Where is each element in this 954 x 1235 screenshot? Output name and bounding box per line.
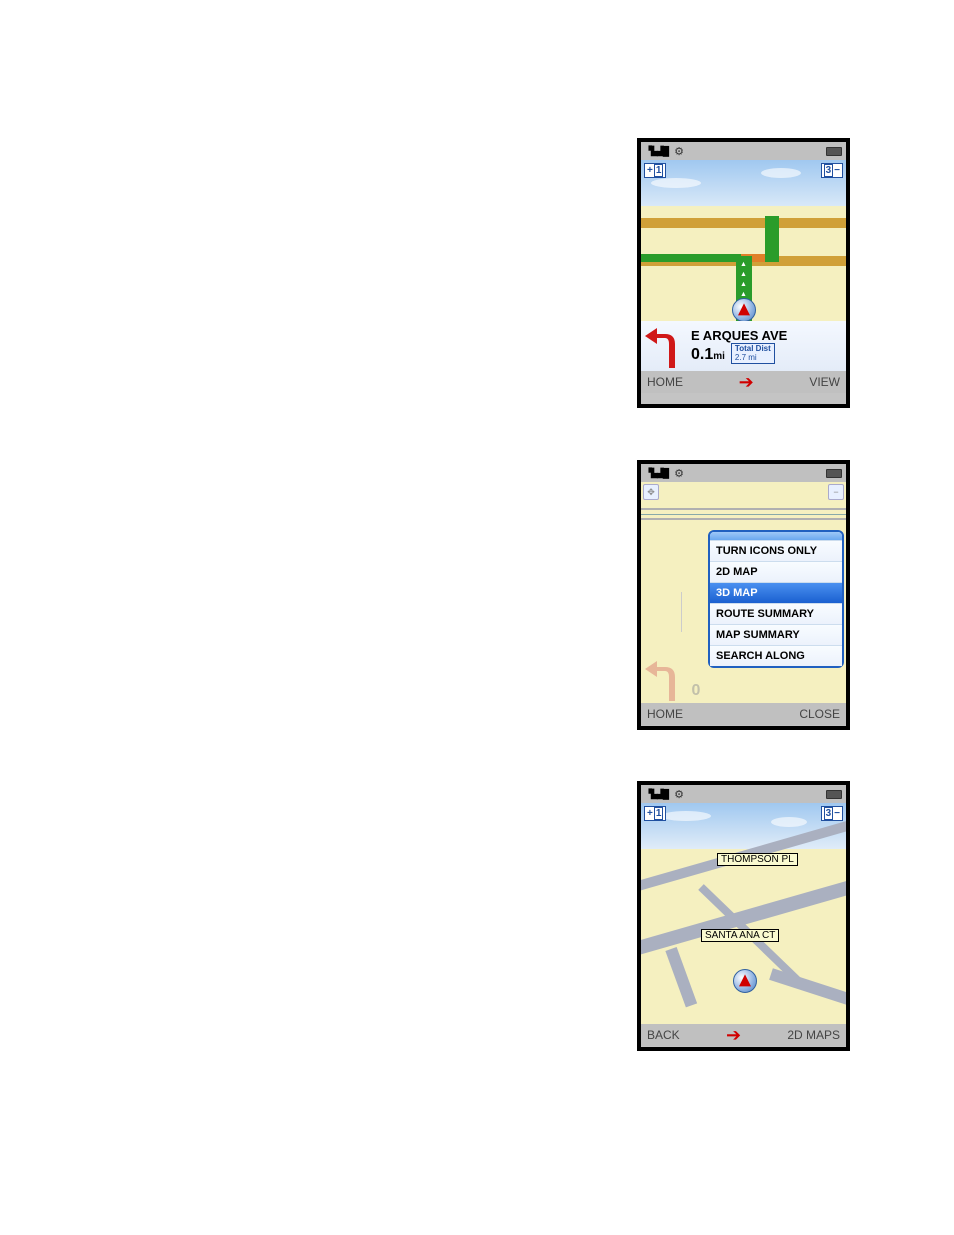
status-bar: ▝▙▟█ [641, 142, 846, 160]
road-graphic [681, 592, 682, 632]
softkey-bar: HOME ➔ VIEW [641, 371, 846, 393]
battery-icon [826, 147, 842, 156]
map-control-left[interactable]: ✥ [643, 484, 659, 500]
view-menu-popup: TURN ICONS ONLY 2D MAP 3D MAP ROUTE SUMM… [708, 530, 844, 668]
gps-position-icon [733, 969, 757, 993]
menu-item-2d-map[interactable]: 2D MAP [710, 561, 842, 582]
signal-icon: ▝▙▟█ [645, 789, 668, 800]
navigation-screen-view-menu: ▝▙▟█ ✥ − 0 TURN ICONS ONLY 2D MAP 3D MAP… [637, 460, 850, 730]
softkey-close[interactable]: CLOSE [799, 707, 840, 721]
status-bar: ▝▙▟█ [641, 785, 846, 803]
status-left-icons: ▝▙▟█ [645, 467, 684, 480]
navigation-screen-3d-map: ▝▙▟█ + 1 3 − ▲▲▲▲ [637, 138, 850, 408]
road-graphic [665, 947, 697, 1007]
menu-item-map-summary[interactable]: MAP SUMMARY [710, 624, 842, 645]
cloud-graphic [771, 817, 807, 827]
softkey-bar: HOME CLOSE [641, 703, 846, 725]
battery-icon [826, 469, 842, 478]
signal-icon: ▝▙▟█ [645, 146, 668, 157]
map-3d-view[interactable]: + 1 3 − THOMPSON PL SANTA ANA CT [641, 803, 846, 1024]
distance-unit: mi [713, 351, 725, 362]
road-graphic [769, 968, 846, 1007]
minus-icon: − [834, 165, 840, 176]
route-segment-green [641, 254, 741, 262]
next-street-name: E ARQUES AVE [691, 328, 842, 343]
plus-icon: + [647, 808, 653, 819]
sky [641, 160, 846, 206]
sky [641, 803, 846, 849]
softkey-back[interactable]: BACK [647, 1028, 680, 1042]
zoom-level-out: 3 [824, 807, 834, 820]
gear-icon [674, 467, 684, 480]
gear-icon [674, 788, 684, 801]
softkey-home[interactable]: HOME [647, 707, 683, 721]
map-control-right[interactable]: − [828, 484, 844, 500]
softkey-bar: BACK ➔ 2D MAPS [641, 1024, 846, 1046]
arrow-right-icon: ➔ [739, 373, 754, 391]
map-3d-view[interactable]: + 1 3 − ▲▲▲▲ [641, 160, 846, 321]
plus-icon: + [647, 165, 653, 176]
menu-item-search-along[interactable]: SEARCH ALONG [710, 645, 842, 666]
street-label-thompson: THOMPSON PL [717, 853, 798, 866]
status-bar: ▝▙▟█ [641, 464, 846, 482]
road-graphic [641, 218, 846, 228]
turn-instruction-panel: E ARQUES AVE 0.1mi Total Dist 2.7 mi [641, 321, 846, 371]
softkey-home[interactable]: HOME [647, 375, 683, 389]
signal-icon: ▝▙▟█ [645, 468, 668, 479]
zoom-out-button[interactable]: 3 − [821, 163, 843, 178]
menu-item-turn-icons-only[interactable]: TURN ICONS ONLY [710, 540, 842, 561]
cloud-graphic [661, 811, 711, 821]
zoom-level-in: 1 [654, 164, 664, 177]
zoom-level-in: 1 [654, 807, 664, 820]
road-graphic [641, 877, 846, 957]
menu-item-3d-map[interactable]: 3D MAP [710, 582, 842, 603]
gps-position-icon [732, 298, 756, 321]
gear-icon [674, 145, 684, 158]
cloud-graphic [761, 168, 801, 178]
status-left-icons: ▝▙▟█ [645, 788, 684, 801]
zoom-in-button[interactable]: + 1 [644, 163, 666, 178]
zoom-in-button[interactable]: + 1 [644, 806, 666, 821]
battery-icon [826, 790, 842, 799]
faded-turn-panel: 0 [645, 657, 715, 701]
cloud-graphic [651, 178, 701, 188]
minus-icon: − [834, 808, 840, 819]
turn-distance: 0.1mi [691, 346, 725, 364]
total-distance-box: Total Dist 2.7 mi [731, 343, 775, 365]
softkey-view[interactable]: VIEW [809, 375, 840, 389]
turn-info: E ARQUES AVE 0.1mi Total Dist 2.7 mi [691, 328, 842, 365]
arrow-right-icon: ➔ [726, 1026, 741, 1044]
faded-distance: 0 [691, 682, 700, 699]
route-direction-arrows: ▲▲▲▲ [740, 260, 747, 300]
route-segment-green [765, 216, 779, 262]
softkey-2d-maps[interactable]: 2D MAPS [787, 1028, 840, 1042]
zoom-level-out: 3 [824, 164, 834, 177]
zoom-out-button[interactable]: 3 − [821, 806, 843, 821]
distance-value: 0.1 [691, 346, 713, 363]
turn-left-icon [645, 324, 687, 368]
status-left-icons: ▝▙▟█ [645, 145, 684, 158]
map-background: ✥ − 0 TURN ICONS ONLY 2D MAP 3D MAP ROUT… [641, 482, 846, 703]
navigation-screen-2d-labels: ▝▙▟█ + 1 3 − THOMPSON PL SANTA ANA CT BA… [637, 781, 850, 1051]
menu-header-bar [710, 532, 842, 540]
street-label-santa-ana: SANTA ANA CT [701, 929, 779, 942]
total-distance-value: 2.7 mi [735, 354, 771, 363]
menu-item-route-summary[interactable]: ROUTE SUMMARY [710, 603, 842, 624]
